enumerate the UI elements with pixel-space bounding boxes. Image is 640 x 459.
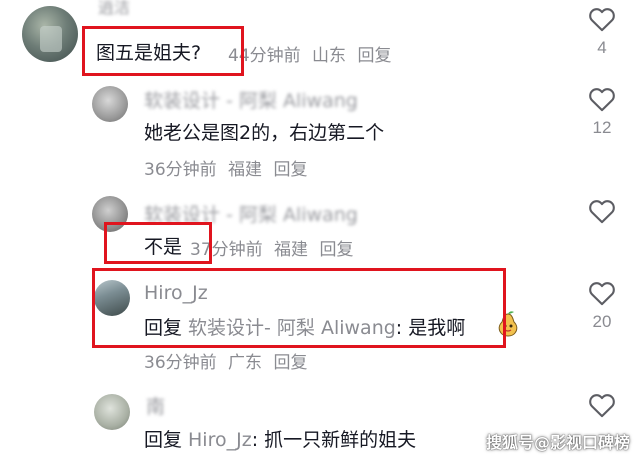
comment-username[interactable]: 南 <box>146 392 165 419</box>
reply-button[interactable]: 回复 <box>273 160 307 180</box>
heart-outline-icon <box>589 200 615 224</box>
comment-location: 广东 <box>228 353 263 373</box>
comment-location: 山东 <box>312 46 347 66</box>
avatar[interactable] <box>22 6 78 62</box>
reply-button[interactable]: 回复 <box>357 46 391 66</box>
heart-outline-icon <box>589 282 615 306</box>
like-button[interactable]: 12 <box>582 86 622 138</box>
comment-text: 她老公是图2的，右边第二个 <box>144 122 385 144</box>
comment-time: 36分钟前 <box>144 353 217 373</box>
heart-outline-icon <box>589 394 615 418</box>
comment-location: 福建 <box>274 240 309 260</box>
reply-body: : 抓一只新鲜的姐夫 <box>251 429 417 451</box>
highlight-box <box>92 268 506 348</box>
like-button[interactable]: 20 <box>582 280 622 332</box>
watermark: 搜狐号@影视口碑榜 <box>485 433 630 452</box>
comment-text: 回复 Hiro_Jz: 抓一只新鲜的姐夫 <box>144 425 416 452</box>
highlight-box <box>104 222 212 264</box>
comment-username[interactable]: 软装设计 - 阿梨 Aliwang <box>144 86 358 113</box>
comment-location: 福建 <box>228 160 263 180</box>
avatar[interactable] <box>92 86 128 122</box>
reply-button[interactable]: 回复 <box>273 353 307 373</box>
comment-meta: 36分钟前 福建 回复 <box>144 155 307 180</box>
like-count: 20 <box>592 312 612 331</box>
like-button[interactable] <box>582 392 622 418</box>
reply-button[interactable]: 回复 <box>319 240 353 260</box>
comment-meta: 36分钟前 广东 回复 <box>144 348 307 373</box>
reply-target-username[interactable]: Hiro_Jz <box>188 429 252 451</box>
highlight-box <box>82 26 244 76</box>
avatar[interactable] <box>94 394 130 430</box>
like-count: 12 <box>592 118 612 137</box>
comment-time: 36分钟前 <box>144 160 217 180</box>
like-count: 4 <box>597 38 607 57</box>
comment-username[interactable]: 逍洁 <box>98 0 130 18</box>
heart-outline-icon <box>589 88 615 112</box>
heart-outline-icon <box>589 8 615 32</box>
comment-meta: 37分钟前 福建 回复 <box>190 235 353 260</box>
like-button[interactable] <box>582 198 622 224</box>
comment-meta: 44分钟前 山东 回复 <box>228 41 391 66</box>
reply-prefix: 回复 <box>144 429 183 451</box>
like-button[interactable]: 4 <box>582 6 622 58</box>
